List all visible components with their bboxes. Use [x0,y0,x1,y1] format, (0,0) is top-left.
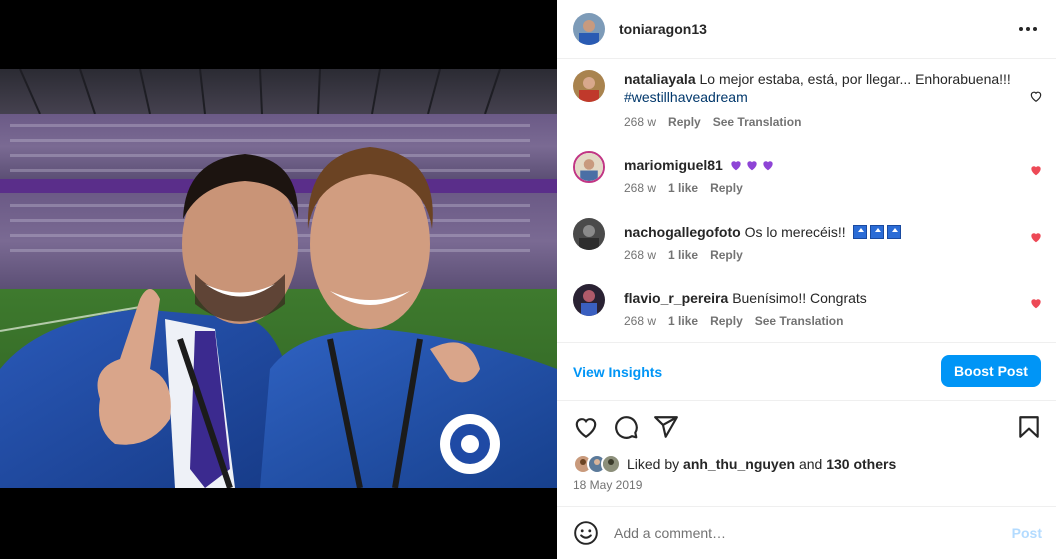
comment-username[interactable]: nataliayala [624,71,696,87]
comment-text: Os lo merecéis!! [744,224,846,240]
top-arrow-icon [852,225,867,239]
more-horizontal-icon[interactable] [1018,19,1038,39]
purple-heart-icon [731,161,741,171]
reply-button[interactable]: Reply [668,115,701,129]
purple-heart-icon [763,161,773,171]
comment-avatar[interactable] [573,284,605,316]
comment-avatar[interactable] [573,151,605,183]
liked-heart-icon[interactable] [1029,296,1043,310]
post-date[interactable]: 18 May 2019 [573,478,642,492]
post-actions [557,402,1056,452]
liker-avatars[interactable] [573,454,625,474]
post-details-panel: toniaragon13 nataliayala Lo mejor estaba… [557,0,1056,559]
comment-time: 268 w [624,181,657,195]
comment-body: mariomiguel81 [624,156,1019,174]
heart-icon[interactable] [573,414,599,440]
comment-body: flavio_r_pereira Buenísimo!! Congrats [624,289,1019,307]
liked-heart-icon[interactable] [1029,230,1043,244]
comment-username[interactable]: mariomiguel81 [624,157,723,173]
top-arrow-icon [886,225,901,239]
comment-meta: 268 w 1 like Reply [624,248,755,262]
see-translation-button[interactable]: See Translation [713,115,802,129]
comment-text: Lo mejor estaba, está, por llegar... Enh… [699,71,1011,87]
comment-body: nachogallegofoto Os lo merecéis!! [624,223,1019,241]
comment-body: nataliayala Lo mejor estaba, está, por l… [624,70,1019,106]
comment-meta: 268 w 1 like Reply See Translation [624,314,855,328]
comment-avatar[interactable] [573,218,605,250]
comment-username[interactable]: flavio_r_pereira [624,290,728,306]
comment-time: 268 w [624,314,657,328]
liked-heart-icon[interactable] [1029,163,1043,177]
comment-like-count[interactable]: 1 like [668,181,698,195]
comment-input[interactable] [614,525,994,541]
owner-username[interactable]: toniaragon13 [619,21,707,37]
liked-by: Liked by anh_thu_nguyen and 130 others [573,453,896,475]
comment-time: 268 w [624,115,657,129]
comment-hashtag-link[interactable]: #westillhaveadream [624,89,748,105]
liked-by-text: Liked by anh_thu_nguyen and 130 others [627,456,897,472]
reply-button[interactable]: Reply [710,181,743,195]
boost-post-button[interactable]: Boost Post [941,355,1041,387]
media-panel [0,0,557,559]
liked-by-user[interactable]: anh_thu_nguyen [683,456,795,472]
see-translation-button[interactable]: See Translation [755,314,844,328]
reply-button[interactable]: Reply [710,314,743,328]
add-comment-bar: Post [557,506,1056,559]
comment-item: flavio_r_pereira Buenísimo!! Congrats 26… [573,284,1043,330]
comment-username[interactable]: nachogallegofoto [624,224,741,240]
post-comment-button[interactable]: Post [1012,525,1042,541]
comment-meta: 268 w 1 like Reply [624,181,755,195]
comment-avatar[interactable] [573,70,605,102]
share-icon[interactable] [653,414,679,440]
post-header: toniaragon13 [557,0,1056,59]
comment-like-count[interactable]: 1 like [668,248,698,262]
top-arrow-icon [869,225,884,239]
like-comment-heart-icon[interactable] [1029,89,1043,103]
instagram-post-view: toniaragon13 nataliayala Lo mejor estaba… [0,0,1056,559]
comment-item: nataliayala Lo mejor estaba, está, por l… [573,70,1043,132]
insights-bar: View Insights Boost Post [557,343,1056,401]
comment-icon[interactable] [613,414,639,440]
comments-list[interactable]: nataliayala Lo mejor estaba, está, por l… [557,60,1056,343]
purple-heart-icon [747,161,757,171]
comment-like-count[interactable]: 1 like [668,314,698,328]
view-insights-link[interactable]: View Insights [573,364,662,380]
comment-item: nachogallegofoto Os lo merecéis!! 268 w … [573,218,1043,264]
save-bookmark-icon[interactable] [1016,414,1042,440]
emoji-icon[interactable] [573,520,599,546]
likes-others-count[interactable]: 130 others [826,456,896,472]
reply-button[interactable]: Reply [710,248,743,262]
comment-item: mariomiguel81 268 w 1 like Reply [573,151,1043,197]
liker-avatar [601,454,621,474]
comment-meta: 268 w Reply See Translation [624,115,813,129]
comment-text: Buenísimo!! Congrats [732,290,867,306]
post-photo[interactable] [0,69,557,488]
comment-time: 268 w [624,248,657,262]
owner-avatar[interactable] [573,13,605,45]
